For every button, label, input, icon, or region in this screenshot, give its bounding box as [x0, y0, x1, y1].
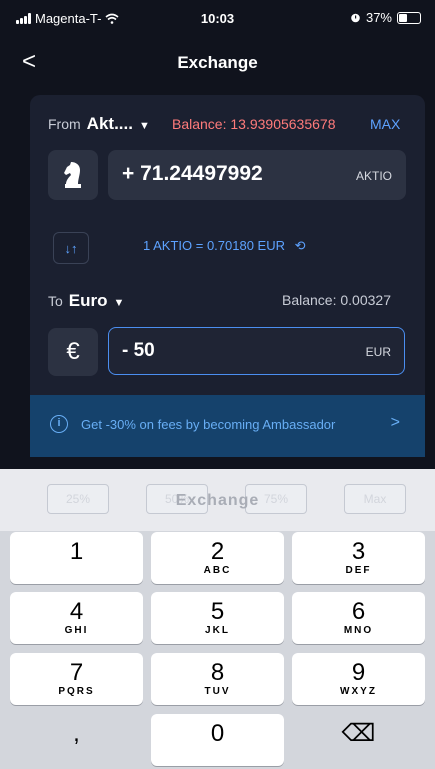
euro-icon: €	[48, 328, 98, 376]
key-3[interactable]: 3 DEF	[292, 532, 425, 584]
from-amount-field[interactable]: + 71.24497992 AKTIO	[108, 150, 406, 200]
key-digit: 9	[351, 659, 366, 686]
exchange-button[interactable]: Exchange	[0, 492, 435, 510]
key-letters: MNO	[343, 625, 374, 636]
key-4[interactable]: 4 GHI	[10, 592, 143, 644]
chevron-right-icon: >	[390, 414, 400, 431]
key-letters: GHI	[64, 625, 89, 636]
to-amount: - 50	[122, 340, 155, 361]
key-7[interactable]: 7 PQRS	[10, 653, 143, 705]
refresh-icon[interactable]: ⟲	[295, 238, 306, 253]
key-digit: 7	[69, 659, 84, 686]
from-balance: Balance: 13.93905635678	[172, 116, 336, 132]
from-amount: + 71.24497992	[122, 162, 263, 185]
key-comma[interactable]: ,	[10, 714, 143, 766]
to-balance: Balance: 0.00327	[282, 292, 391, 308]
key-digit: 5	[210, 598, 225, 625]
asset-logo	[48, 150, 98, 200]
battery-percent: 37%	[365, 10, 392, 25]
key-digit: 8	[210, 659, 225, 686]
key-digit: 4	[69, 598, 84, 625]
key-2[interactable]: 2 ABC	[151, 532, 284, 584]
key-8[interactable]: 8 TUV	[151, 653, 284, 705]
key-digit: 0	[210, 720, 225, 747]
key-digit: 2	[210, 538, 225, 565]
key-0[interactable]: 0	[151, 714, 284, 766]
page-title: Exchange	[177, 53, 258, 72]
key-5[interactable]: 5 JKL	[151, 592, 284, 644]
chevron-down-icon: ▼	[138, 120, 150, 132]
battery-status: 37%	[350, 10, 421, 25]
key-6[interactable]: 6 MNO	[292, 592, 425, 644]
info-icon: i	[50, 415, 68, 433]
from-asset: Akt....	[86, 114, 133, 133]
status-bar: Magenta-T- 10:03 37%	[0, 0, 435, 40]
from-label: From	[48, 116, 81, 132]
to-label: To	[48, 293, 63, 309]
knight-icon	[64, 162, 81, 188]
backspace-key[interactable]: ⌫	[292, 714, 425, 766]
promo-text: Get -30% on fees by becoming Ambassador	[81, 417, 336, 432]
alarm-icon	[351, 13, 360, 23]
key-letters: PQRS	[58, 686, 95, 697]
key-letters: DEF	[345, 565, 372, 576]
key-letters: ABC	[203, 565, 232, 576]
rate-text: 1 AKTIO = 0.70180 EUR	[143, 238, 285, 253]
battery-icon	[397, 11, 421, 24]
backspace-icon: ⌫	[341, 720, 376, 747]
key-letters: WXYZ	[340, 686, 377, 697]
to-selector[interactable]: To Euro ▼	[48, 291, 124, 311]
key-1[interactable]: 1	[10, 532, 143, 584]
chevron-down-icon: ▼	[113, 297, 125, 309]
to-asset: Euro	[68, 291, 108, 310]
to-amount-field[interactable]: - 50 EUR	[108, 327, 405, 375]
key-letters: JKL	[205, 625, 230, 636]
ambassador-banner[interactable]: i Get -30% on fees by becoming Ambassado…	[30, 395, 425, 457]
swap-icon: ↓↑	[64, 240, 78, 256]
key-9[interactable]: 9 WXYZ	[292, 653, 425, 705]
from-selector[interactable]: From Akt.... ▼	[48, 114, 154, 134]
swap-button[interactable]: ↓↑	[53, 232, 89, 264]
to-currency: EUR	[365, 345, 391, 359]
key-digit: 6	[351, 598, 366, 625]
from-currency: AKTIO	[355, 169, 392, 183]
key-letters: TUV	[204, 686, 231, 697]
key-digit: ,	[73, 720, 80, 747]
key-digit: 3	[351, 538, 366, 565]
max-button[interactable]: MAX	[370, 116, 400, 132]
exchange-rate: 1 AKTIO = 0.70180 EUR ⟲	[143, 238, 306, 254]
key-digit: 1	[69, 538, 84, 565]
